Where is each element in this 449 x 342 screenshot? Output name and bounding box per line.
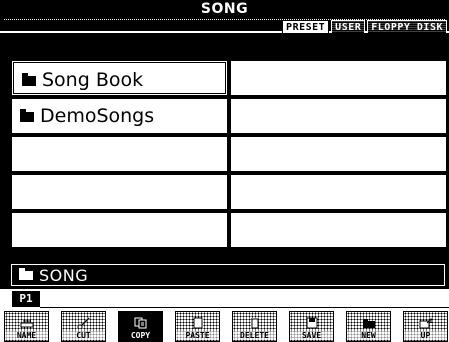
cut-icon xyxy=(77,317,90,329)
button-label: PASTE xyxy=(176,331,219,340)
song-screen: SONG PRESET USER FLOPPY DISK Song Book D… xyxy=(0,0,449,342)
file-slot-empty[interactable] xyxy=(11,136,228,172)
page-tab-p1[interactable]: P1 xyxy=(12,291,40,307)
up-button[interactable]: UP xyxy=(403,311,448,342)
file-slot-empty[interactable] xyxy=(230,136,447,172)
file-browser: Song Book DemoSongs xyxy=(0,33,449,289)
path-label: SONG xyxy=(39,266,89,285)
file-slot-empty[interactable] xyxy=(230,212,447,248)
button-label: UP xyxy=(404,331,447,340)
drive-tabs: PRESET USER FLOPPY DISK xyxy=(282,20,447,35)
save-icon xyxy=(306,317,317,329)
folder-icon xyxy=(22,73,36,86)
copy-button[interactable]: COPY xyxy=(118,311,163,342)
file-item-song-book[interactable]: Song Book xyxy=(11,60,228,96)
name-button[interactable]: NAME xyxy=(4,311,49,342)
file-label: DemoSongs xyxy=(40,105,155,127)
current-path: SONG xyxy=(11,264,445,286)
folder-icon xyxy=(20,109,34,122)
button-label: COPY xyxy=(130,331,151,340)
save-button[interactable]: SAVE xyxy=(289,311,334,342)
copy-icon xyxy=(134,317,146,329)
file-slot-empty[interactable] xyxy=(230,60,447,96)
paste-icon xyxy=(193,317,202,329)
cut-button[interactable]: CUT xyxy=(61,311,106,342)
file-slot-empty[interactable] xyxy=(11,212,228,248)
name-icon xyxy=(20,320,33,328)
delete-icon xyxy=(250,318,259,329)
file-grid: Song Book DemoSongs xyxy=(11,60,447,248)
paste-button[interactable]: PASTE xyxy=(175,311,220,342)
function-buttons: NAME CUT COPY PASTE DELETE SAVE NEW UP xyxy=(4,311,449,342)
delete-button[interactable]: DELETE xyxy=(232,311,277,342)
file-item-demosongs[interactable]: DemoSongs xyxy=(11,98,228,134)
folder-icon xyxy=(19,268,33,280)
tab-preset[interactable]: PRESET xyxy=(282,20,330,34)
file-slot-empty[interactable] xyxy=(11,174,228,210)
file-slot-empty[interactable] xyxy=(230,98,447,134)
new-folder-button[interactable]: NEW xyxy=(346,311,391,342)
button-label: NEW xyxy=(347,331,390,340)
screen-title: SONG xyxy=(200,1,249,17)
new-folder-icon xyxy=(362,319,375,328)
button-label: NAME xyxy=(5,331,48,340)
page-divider xyxy=(40,307,449,308)
button-label: CUT xyxy=(62,331,105,340)
button-label: DELETE xyxy=(233,331,276,340)
button-label: SAVE xyxy=(290,331,333,340)
file-label: Song Book xyxy=(42,69,144,91)
up-icon xyxy=(419,317,431,329)
file-slot-empty[interactable] xyxy=(230,174,447,210)
